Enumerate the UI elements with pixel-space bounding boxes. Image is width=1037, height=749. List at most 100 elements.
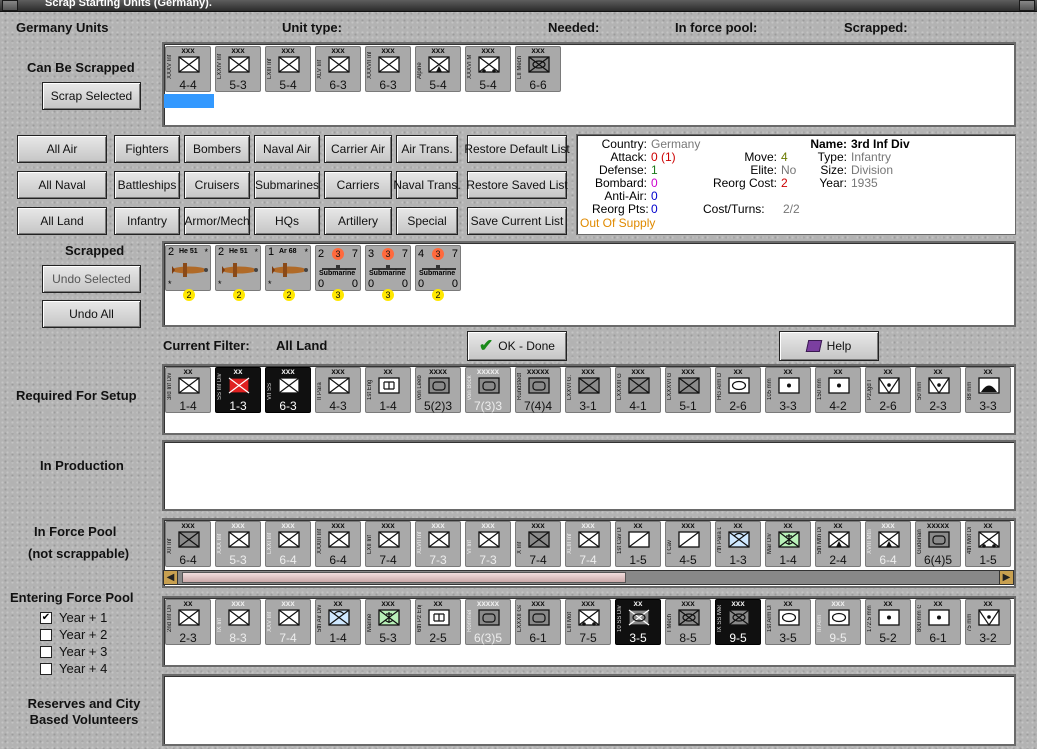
scrappable-unit-counter[interactable]: xxx LXIII Inf 5-4 bbox=[265, 46, 311, 92]
entering-unit-counter[interactable]: xxx LXXXII Garr 6-1 bbox=[515, 599, 561, 645]
force-pool-unit-counter[interactable]: xxx X Inf 7-4 bbox=[515, 521, 561, 567]
scrapped-submarine-counter[interactable]: 2 3 7 Submarine 0 3 0 bbox=[315, 245, 361, 301]
required-unit-counter[interactable]: xx 3rd Inf Div 1-4 bbox=[165, 367, 211, 413]
undo-all-button[interactable]: Undo All bbox=[42, 300, 141, 328]
filter-naval-air-button[interactable]: Naval Air bbox=[254, 135, 320, 163]
entering-unit-counter[interactable]: xxx XXV Inf 7-4 bbox=[265, 599, 311, 645]
ok-done-button[interactable]: ✔ OK - Done bbox=[467, 331, 567, 361]
force-pool-unit-counter[interactable]: xx 5th Mtn Div 2-4 bbox=[815, 521, 861, 567]
entering-unit-counter[interactable]: xxx IX SS Mech 9-5 bbox=[715, 599, 761, 645]
year-2-label[interactable]: Year + 2 bbox=[59, 627, 107, 642]
force-pool-scrollbar[interactable]: ◀ ▶ bbox=[163, 570, 1014, 585]
entering-unit-counter[interactable]: xxx LIII Mot 7-5 bbox=[565, 599, 611, 645]
required-unit-counter[interactable]: xxx LXXVI G. 3-1 bbox=[565, 367, 611, 413]
force-pool-unit-counter[interactable]: xx 7th Para Div 1-3 bbox=[715, 521, 761, 567]
filter-hqs-button[interactable]: HQs bbox=[254, 207, 320, 235]
in-production-panel[interactable] bbox=[162, 440, 1016, 511]
filter-restore-default-list-button[interactable]: Restore Default List bbox=[464, 135, 570, 163]
required-unit-counter[interactable]: xx SS Inf Div 1-3 bbox=[215, 367, 261, 413]
scrapped-submarine-counter[interactable]: 4 3 7 Submarine 0 2 0 bbox=[415, 245, 461, 301]
force-pool-unit-counter[interactable]: xxx LXXI Inf 6-4 bbox=[265, 521, 311, 567]
filter-naval-trans-button[interactable]: Naval Trans. bbox=[393, 171, 461, 199]
entering-unit-counter[interactable]: xxx I Mech 8-5 bbox=[665, 599, 711, 645]
scrappable-unit-counter[interactable]: xxx XXXVII Inf 6-3 bbox=[365, 46, 411, 92]
force-pool-unit-counter[interactable]: xx 4th Mot Div 1-5 bbox=[965, 521, 1011, 567]
entering-unit-counter[interactable]: xxx IX Inf 8-3 bbox=[215, 599, 261, 645]
entering-unit-counter[interactable]: xx 1st Arm Div 3-5 bbox=[765, 599, 811, 645]
required-unit-counter[interactable]: xxx II Para 4-3 bbox=[315, 367, 361, 413]
scrapped-submarine-counter[interactable]: 3 3 7 Submarine 0 3 0 bbox=[365, 245, 411, 301]
force-pool-unit-counter[interactable]: xxx VI Inf 7-3 bbox=[465, 521, 511, 567]
filter-cruisers-button[interactable]: Cruisers bbox=[184, 171, 250, 199]
required-unit-counter[interactable]: xx 88 mm 3-3 bbox=[965, 367, 1011, 413]
window-menu-icon[interactable] bbox=[2, 0, 18, 11]
help-button[interactable]: Help bbox=[779, 331, 879, 361]
required-unit-counter[interactable]: xx 1st Eng 1-4 bbox=[365, 367, 411, 413]
year-2-checkbox[interactable] bbox=[40, 629, 52, 641]
scroll-thumb[interactable] bbox=[182, 572, 626, 583]
entering-unit-counter[interactable]: xx 5th Air Div 1-4 bbox=[315, 599, 361, 645]
year-3-checkbox[interactable] bbox=[40, 646, 52, 658]
force-pool-unit-counter[interactable]: xxx XLIII Inf 7-4 bbox=[565, 521, 611, 567]
entering-unit-counter[interactable]: xx 10 SS Div 3-5 bbox=[615, 599, 661, 645]
force-pool-unit-counter[interactable]: xxx I Cav 4-5 bbox=[665, 521, 711, 567]
required-unit-counter[interactable]: xx 150 mm 4-2 bbox=[815, 367, 861, 413]
scrapped-air-counter[interactable]: 2 He 51 * * 2 bbox=[165, 245, 211, 301]
force-pool-unit-counter[interactable]: xxx XVIII Mtn 6-4 bbox=[865, 521, 911, 567]
year-3-label[interactable]: Year + 3 bbox=[59, 644, 107, 659]
close-icon[interactable] bbox=[1019, 0, 1035, 11]
scrappable-unit-counter[interactable]: xxx LII Mech 6-6 bbox=[515, 46, 561, 92]
required-unit-counter[interactable]: xxx LXXXIII Ga. 4-1 bbox=[615, 367, 661, 413]
filter-all-land-button[interactable]: All Land bbox=[17, 207, 107, 235]
scrappable-unit-counter[interactable]: xxx XXXVI M 5-4 bbox=[465, 46, 511, 92]
year-4-checkbox[interactable] bbox=[40, 663, 52, 675]
entering-unit-counter[interactable]: xx 6th Pz Eng 2-5 bbox=[415, 599, 461, 645]
entering-unit-counter[interactable]: xx 800 mm G. 6-1 bbox=[915, 599, 961, 645]
required-unit-counter[interactable]: xxx VII SS 6-3 bbox=[265, 367, 311, 413]
filter-battleships-button[interactable]: Battleships bbox=[114, 171, 180, 199]
required-unit-counter[interactable]: xx 105 mm 3-3 bbox=[765, 367, 811, 413]
entering-unit-counter[interactable]: xx 2nd Inf Div 2-3 bbox=[165, 599, 211, 645]
force-pool-unit-counter[interactable]: xxx XXX Inf 5-3 bbox=[215, 521, 261, 567]
force-pool-unit-counter[interactable]: xxx XLVII Inf 7-3 bbox=[415, 521, 461, 567]
filter-air-trans-button[interactable]: Air Trans. bbox=[396, 135, 458, 163]
entering-unit-counter[interactable]: xxx Marine 5-3 bbox=[365, 599, 411, 645]
required-unit-counter[interactable]: xx HG Arm Div 2-6 bbox=[715, 367, 761, 413]
force-pool-unit-counter[interactable]: xx Mar Div 1-4 bbox=[765, 521, 811, 567]
required-unit-counter[interactable]: xxxx von Leeb 5(2)3 bbox=[415, 367, 461, 413]
force-pool-unit-counter[interactable]: xxxxx Guderian 6(4)5 bbox=[915, 521, 961, 567]
scrap-selected-button[interactable]: Scrap Selected bbox=[42, 82, 141, 110]
year-1-checkbox[interactable]: ✔ bbox=[40, 612, 52, 624]
undo-selected-button[interactable]: Undo Selected bbox=[42, 265, 141, 293]
entering-unit-counter[interactable]: xx 172.5 mm 5-2 bbox=[865, 599, 911, 645]
filter-bombers-button[interactable]: Bombers bbox=[184, 135, 250, 163]
entering-unit-counter[interactable]: xxxxx Rommel 6(3)5 bbox=[465, 599, 511, 645]
filter-carrier-air-button[interactable]: Carrier Air bbox=[324, 135, 392, 163]
year-1-label[interactable]: Year + 1 bbox=[59, 610, 107, 625]
required-unit-counter[interactable]: xxxxx von Bock 7(3)3 bbox=[465, 367, 511, 413]
scrapped-air-counter[interactable]: 1 Ar 68 * * 2 bbox=[265, 245, 311, 301]
scroll-left-arrow-icon[interactable]: ◀ bbox=[164, 571, 178, 584]
filter-save-current-list-button[interactable]: Save Current List bbox=[467, 207, 567, 235]
scrappable-unit-counter[interactable]: xxx XXXV Inf 4-4 bbox=[165, 46, 211, 92]
required-unit-counter[interactable]: xx PzJgd I 2-6 bbox=[865, 367, 911, 413]
scrappable-unit-counter[interactable]: xxx LXXIV Inf 5-3 bbox=[215, 46, 261, 92]
scrappable-unit-counter[interactable]: xxx XLV Inf 6-3 bbox=[315, 46, 361, 92]
filter-restore-saved-list-button[interactable]: Restore Saved List bbox=[466, 171, 568, 199]
force-pool-unit-counter[interactable]: xxx LXII Inf 7-4 bbox=[365, 521, 411, 567]
required-unit-counter[interactable]: xxx LXXXVI Ga. 5-1 bbox=[665, 367, 711, 413]
filter-special-button[interactable]: Special bbox=[396, 207, 458, 235]
force-pool-unit-counter[interactable]: xx 1st Cav Div 1-5 bbox=[615, 521, 661, 567]
scrappable-unit-counter[interactable]: xxx Alpine 5-4 bbox=[415, 46, 461, 92]
filter-submarines-button[interactable]: Submarines bbox=[254, 171, 320, 199]
filter-infantry-button[interactable]: Infantry bbox=[114, 207, 180, 235]
filter-carriers-button[interactable]: Carriers bbox=[324, 171, 392, 199]
filter-all-air-button[interactable]: All Air bbox=[17, 135, 107, 163]
force-pool-unit-counter[interactable]: xxx XII Inf 6-4 bbox=[165, 521, 211, 567]
required-unit-counter[interactable]: xx 50 mm 2-3 bbox=[915, 367, 961, 413]
filter-artillery-button[interactable]: Artillery bbox=[324, 207, 392, 235]
reserves-panel[interactable] bbox=[162, 674, 1016, 746]
filter-all-naval-button[interactable]: All Naval bbox=[17, 171, 107, 199]
entering-unit-counter[interactable]: xxx III Arm 9-5 bbox=[815, 599, 861, 645]
year-4-label[interactable]: Year + 4 bbox=[59, 661, 107, 676]
